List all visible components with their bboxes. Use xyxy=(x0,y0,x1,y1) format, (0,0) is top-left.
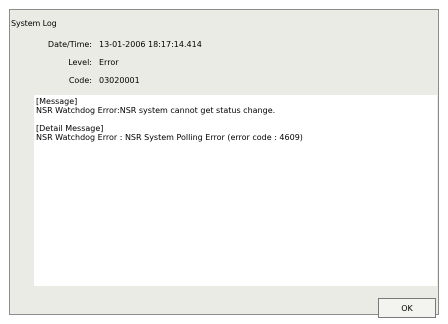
detail-message-header: [Detail Message] xyxy=(36,124,104,133)
message-text-area[interactable]: [Message] NSR Watchdog Error:NSR system … xyxy=(34,95,437,286)
code-value: 03020001 xyxy=(99,76,140,85)
message-spacer xyxy=(36,115,435,124)
datetime-label: Date/Time: xyxy=(47,40,92,49)
datetime-row: Date/Time: xyxy=(0,40,92,52)
message-text: NSR Watchdog Error:NSR system cannot get… xyxy=(36,106,276,115)
datetime-value: 13-01-2006 18:17:14.414 xyxy=(99,40,202,49)
level-row: Level: xyxy=(0,58,92,70)
level-label: Level: xyxy=(68,58,92,67)
ok-button[interactable]: OK xyxy=(378,298,436,318)
dialog-title: System Log xyxy=(11,19,57,28)
detail-message-text: NSR Watchdog Error : NSR System Polling … xyxy=(36,133,303,142)
code-row: Code: xyxy=(0,76,92,88)
message-header: [Message] xyxy=(36,97,78,106)
code-label: Code: xyxy=(68,76,92,85)
level-value: Error xyxy=(99,58,119,67)
